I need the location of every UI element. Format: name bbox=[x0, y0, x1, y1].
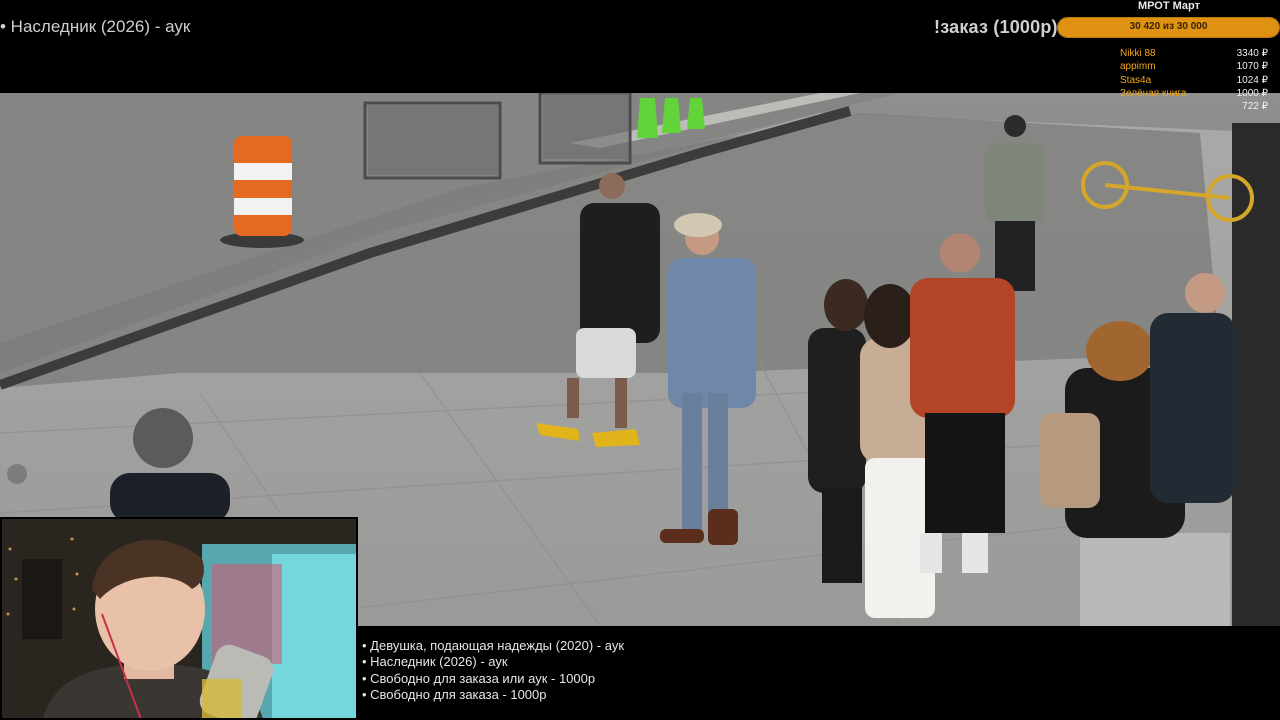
donors-list: Nikki 88 3340 ₽ appimm 1070 ₽ Stas4a 1024 ₽ Зе… bbox=[1120, 47, 1268, 113]
donor-name: Stas4a bbox=[1120, 74, 1152, 86]
goal-title: МРОТ Март bbox=[1137, 0, 1201, 12]
donor-row: 722 ₽ bbox=[1120, 100, 1268, 113]
donor-amount: 722 ₽ bbox=[1242, 101, 1268, 113]
donor-row: appimm 1070 ₽ bbox=[1120, 60, 1268, 73]
queue-item: • Свободно для заказа или аук - 1000р bbox=[362, 670, 596, 686]
queue-item: • Девушка, подающая надежды (2020) - аук bbox=[362, 638, 625, 653]
queue-item: • Свободно для заказа - 1000р bbox=[362, 686, 547, 702]
webcam-feed bbox=[0, 517, 358, 720]
donor-amount: 3340 ₽ bbox=[1236, 48, 1268, 59]
now-playing-title: • Наследник (2026) - аук bbox=[0, 17, 191, 36]
donor-name: appimm bbox=[1120, 61, 1156, 73]
donor-amount: 1000 ₽ bbox=[1236, 87, 1268, 99]
queue-item: • Наследник (2026) - аук bbox=[362, 654, 508, 670]
goal-progress-text: 30 420 из 30 000 bbox=[1129, 21, 1208, 32]
donor-amount: 1070 ₽ bbox=[1236, 61, 1268, 73]
donor-name: Nikki 88 bbox=[1120, 48, 1156, 59]
order-command-label: !заказ (1000р) bbox=[934, 17, 1058, 37]
donor-amount: 1024 ₽ bbox=[1236, 74, 1268, 86]
donor-name: Зелёная книга bbox=[1120, 87, 1187, 99]
donor-row: Stas4a 1024 ₽ bbox=[1120, 74, 1268, 87]
goal-progress-bar: 30 420 из 30 000 bbox=[1057, 17, 1280, 38]
chat-avatar bbox=[7, 464, 27, 484]
webcam-illustration bbox=[2, 519, 356, 718]
donor-row: Зелёная книга 1000 ₽ bbox=[1120, 87, 1268, 100]
movie-queue-list: • Девушка, подающая надежды (2020) - аук… bbox=[362, 638, 624, 703]
donor-row: Nikki 88 3340 ₽ bbox=[1120, 47, 1268, 60]
